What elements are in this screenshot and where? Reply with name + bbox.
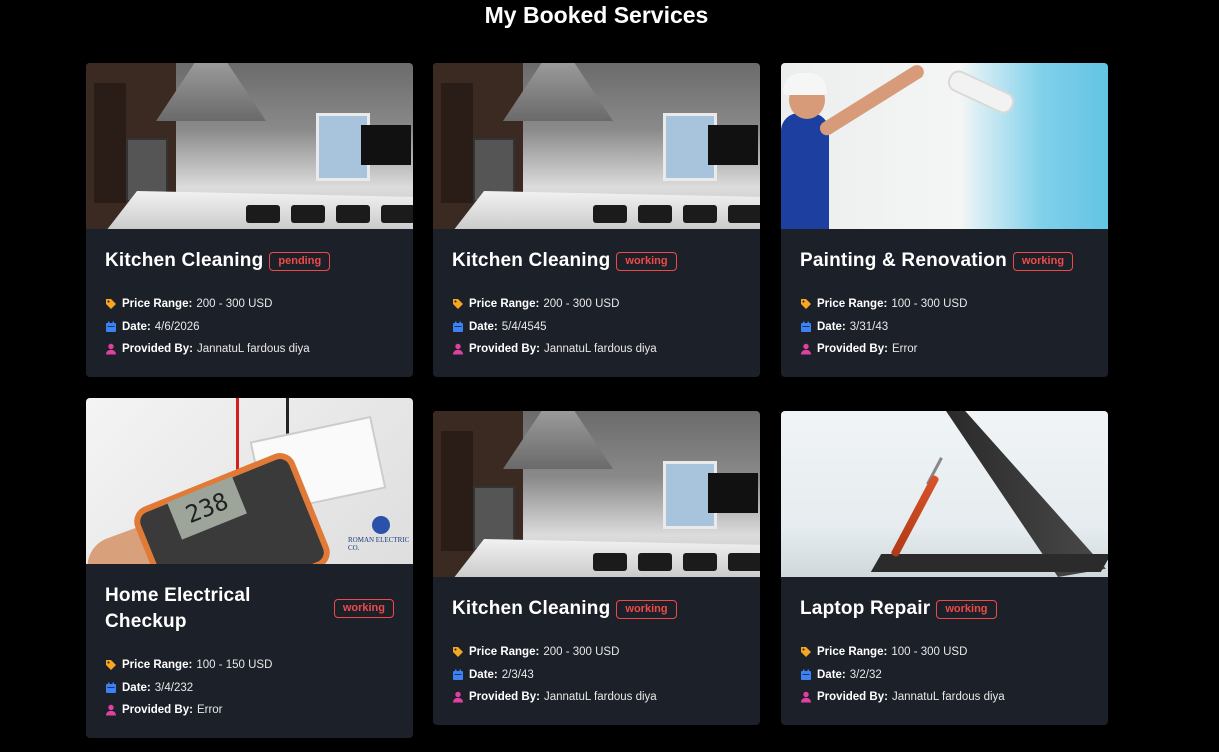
price-value: 200 - 300 USD bbox=[196, 298, 273, 311]
date-label: Date: bbox=[817, 668, 846, 681]
user-icon bbox=[105, 343, 117, 355]
provider-value: Error bbox=[196, 704, 223, 717]
status-badge: working bbox=[616, 599, 677, 619]
date-label: Date: bbox=[817, 320, 846, 333]
calendar-icon bbox=[105, 682, 117, 694]
kitchen-photo bbox=[433, 63, 760, 229]
date-value: 3/4/232 bbox=[154, 681, 194, 694]
provider-label: Provided By: bbox=[122, 704, 193, 717]
kitchen-photo bbox=[433, 411, 760, 577]
date-value: 4/6/2026 bbox=[154, 320, 200, 333]
date-label: Date: bbox=[469, 668, 498, 681]
price-label: Price Range: bbox=[122, 659, 193, 672]
provider-label: Provided By: bbox=[122, 343, 193, 356]
provider-label: Provided By: bbox=[469, 691, 540, 704]
price-tag-icon bbox=[800, 646, 812, 658]
date-value: 3/31/43 bbox=[849, 320, 889, 333]
date-value: 5/4/4545 bbox=[501, 320, 547, 333]
laptop-repair-photo bbox=[781, 411, 1108, 577]
service-title: Kitchen Cleaning bbox=[105, 250, 264, 271]
calendar-icon bbox=[800, 321, 812, 333]
page-title: My Booked Services bbox=[484, 2, 709, 28]
service-card[interactable]: Kitchen Cleaning pending Price Range: 200… bbox=[86, 63, 413, 377]
price-value: 100 - 300 USD bbox=[891, 646, 968, 659]
price-tag-icon bbox=[800, 298, 812, 310]
price-label: Price Range: bbox=[817, 646, 888, 659]
user-icon bbox=[800, 691, 812, 703]
service-card[interactable]: Laptop Repair working Price Range: 100 - … bbox=[781, 411, 1108, 725]
multimeter-photo: 238 ROMAN ELECTRIC CO. bbox=[86, 398, 413, 564]
provider-label: Provided By: bbox=[469, 343, 540, 356]
provider-value: JannatuL fardous diya bbox=[543, 343, 657, 356]
price-tag-icon bbox=[105, 659, 117, 671]
price-value: 200 - 300 USD bbox=[543, 298, 620, 311]
calendar-icon bbox=[452, 321, 464, 333]
price-value: 200 - 300 USD bbox=[543, 646, 620, 659]
price-tag-icon bbox=[452, 298, 464, 310]
service-title: Painting & Renovation bbox=[800, 250, 1007, 271]
price-label: Price Range: bbox=[469, 298, 540, 311]
date-value: 3/2/32 bbox=[849, 668, 882, 681]
user-icon bbox=[452, 691, 464, 703]
calendar-icon bbox=[452, 669, 464, 681]
provider-label: Provided By: bbox=[817, 691, 888, 704]
painter-photo bbox=[781, 63, 1108, 229]
calendar-icon bbox=[105, 321, 117, 333]
user-icon bbox=[800, 343, 812, 355]
price-tag-icon bbox=[452, 646, 464, 658]
price-label: Price Range: bbox=[122, 298, 193, 311]
service-card[interactable]: Painting & Renovation working Price Rang… bbox=[781, 63, 1108, 377]
price-value: 100 - 150 USD bbox=[196, 659, 273, 672]
date-label: Date: bbox=[469, 320, 498, 333]
date-label: Date: bbox=[122, 320, 151, 333]
service-title: Home Electrical Checkup bbox=[105, 585, 251, 632]
service-card[interactable]: Kitchen Cleaning working Price Range: 200… bbox=[433, 63, 760, 377]
provider-value: JannatuL fardous diya bbox=[543, 691, 657, 704]
price-value: 100 - 300 USD bbox=[891, 298, 968, 311]
calendar-icon bbox=[800, 669, 812, 681]
user-icon bbox=[105, 704, 117, 716]
service-title: Laptop Repair bbox=[800, 598, 931, 619]
kitchen-photo bbox=[86, 63, 413, 229]
user-icon bbox=[452, 343, 464, 355]
service-title: Kitchen Cleaning bbox=[452, 250, 611, 271]
date-label: Date: bbox=[122, 681, 151, 694]
price-tag-icon bbox=[105, 298, 117, 310]
date-value: 2/3/43 bbox=[501, 668, 534, 681]
status-badge: working bbox=[1012, 251, 1074, 271]
provider-value: JannatuL fardous diya bbox=[196, 343, 310, 356]
status-badge: working bbox=[936, 599, 997, 619]
status-badge: pending bbox=[269, 251, 331, 271]
service-card[interactable]: Kitchen Cleaning working Price Range: 200… bbox=[433, 411, 760, 725]
provider-value: JannatuL fardous diya bbox=[891, 691, 1005, 704]
provider-value: Error bbox=[891, 343, 918, 356]
price-label: Price Range: bbox=[469, 646, 540, 659]
provider-label: Provided By: bbox=[817, 343, 888, 356]
service-card[interactable]: 238 ROMAN ELECTRIC CO. Home Electrical C… bbox=[86, 398, 413, 738]
status-badge: working bbox=[333, 599, 394, 618]
status-badge: working bbox=[616, 251, 677, 271]
service-title: Kitchen Cleaning bbox=[452, 598, 611, 619]
price-label: Price Range: bbox=[817, 298, 888, 311]
